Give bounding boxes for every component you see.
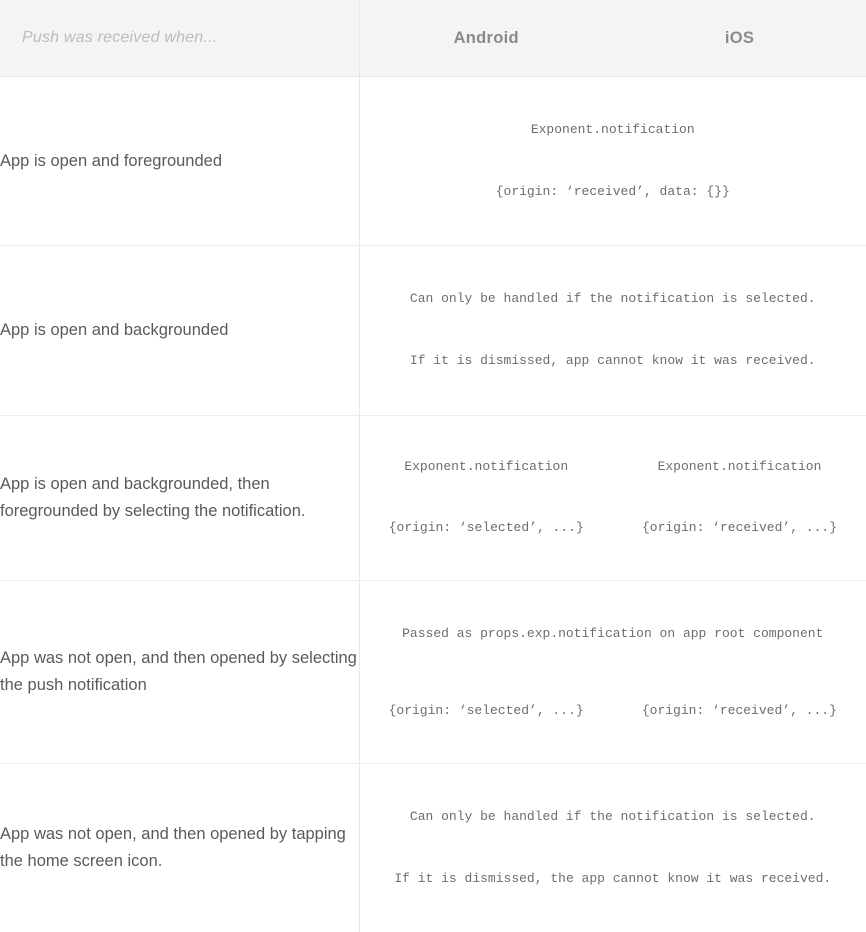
detail-cell-spanning: Can only be handled if the notification … bbox=[359, 764, 866, 932]
detail-cell-spanning: Passed as props.exp.notification on app … bbox=[359, 580, 866, 763]
code-line: If it is dismissed, app cannot know it w… bbox=[360, 351, 866, 372]
code-line: {origin: ‘selected’, ...} bbox=[360, 518, 614, 539]
column-header-android-label: Android bbox=[454, 29, 519, 47]
scenario-cell: App is open and foregrounded bbox=[0, 77, 359, 246]
column-header-scenario: Push was received when... bbox=[0, 0, 359, 77]
code-block-ios: {origin: ‘received’, ...} bbox=[613, 701, 866, 722]
scenario-label: App was not open, and then opened by sel… bbox=[0, 645, 359, 698]
code-line: Can only be handled if the notification … bbox=[360, 289, 866, 310]
code-line: {origin: ‘received’, data: {}} bbox=[360, 182, 866, 203]
code-line: Can only be handled if the notification … bbox=[360, 807, 866, 828]
push-notification-compatibility-table: Push was received when... Android iOS Ap… bbox=[0, 0, 866, 520]
scenario-label: App is open and backgrounded bbox=[0, 317, 359, 344]
table-row: App was not open, and then opened by sel… bbox=[0, 580, 866, 763]
code-line: {origin: ‘received’, ...} bbox=[642, 701, 837, 722]
scenario-label: App is open and backgrounded, then foreg… bbox=[0, 471, 359, 524]
column-header-ios-label: iOS bbox=[725, 29, 754, 47]
code-line-spanning: Passed as props.exp.notification on app … bbox=[360, 624, 866, 645]
table-row: App is open and backgrounded, then foreg… bbox=[0, 415, 866, 580]
table-head: Push was received when... Android iOS bbox=[0, 0, 866, 77]
scenario-cell: App is open and backgrounded, then foreg… bbox=[0, 415, 359, 580]
table-header-row: Push was received when... Android iOS bbox=[0, 0, 866, 77]
column-header-ios: iOS bbox=[613, 0, 866, 77]
table-row: App was not open, and then opened by tap… bbox=[0, 764, 866, 932]
code-line: Exponent.notification bbox=[360, 457, 614, 478]
detail-cell-android: Exponent.notification {origin: ‘selected… bbox=[359, 415, 613, 580]
scenario-cell: App is open and backgrounded bbox=[0, 246, 359, 415]
detail-cell-spanning: Can only be handled if the notification … bbox=[359, 246, 866, 415]
code-line: {origin: ‘received’, ...} bbox=[613, 518, 866, 539]
table-body: App is open and foregrounded Exponent.no… bbox=[0, 77, 866, 932]
code-line: If it is dismissed, the app cannot know … bbox=[360, 869, 866, 890]
table-row: App is open and foregrounded Exponent.no… bbox=[0, 77, 866, 246]
code-block-android: {origin: ‘selected’, ...} bbox=[360, 701, 613, 722]
code-block-android: Exponent.notification {origin: ‘selected… bbox=[360, 416, 614, 580]
column-header-scenario-label: Push was received when... bbox=[22, 29, 217, 46]
code-block: Can only be handled if the notification … bbox=[360, 764, 866, 932]
scenario-label: App is open and foregrounded bbox=[0, 148, 359, 175]
code-block: Can only be handled if the notification … bbox=[360, 246, 866, 414]
code-line: {origin: ‘selected’, ...} bbox=[389, 701, 584, 722]
code-line: Exponent.notification bbox=[613, 457, 866, 478]
scenario-cell: App was not open, and then opened by tap… bbox=[0, 764, 359, 932]
code-block: Exponent.notification {origin: ‘received… bbox=[360, 77, 866, 245]
code-split-row: {origin: ‘selected’, ...} {origin: ‘rece… bbox=[360, 701, 866, 722]
detail-cell-ios: Exponent.notification {origin: ‘received… bbox=[613, 415, 866, 580]
scenario-label: App was not open, and then opened by tap… bbox=[0, 821, 359, 874]
column-header-android: Android bbox=[359, 0, 613, 77]
code-line: Exponent.notification bbox=[360, 120, 866, 141]
code-block: Passed as props.exp.notification on app … bbox=[360, 583, 866, 763]
compat-table: Push was received when... Android iOS Ap… bbox=[0, 0, 866, 932]
table-row: App is open and backgrounded Can only be… bbox=[0, 246, 866, 415]
detail-cell-spanning: Exponent.notification {origin: ‘received… bbox=[359, 77, 866, 246]
scenario-cell: App was not open, and then opened by sel… bbox=[0, 580, 359, 763]
code-block-ios: Exponent.notification {origin: ‘received… bbox=[613, 416, 866, 580]
